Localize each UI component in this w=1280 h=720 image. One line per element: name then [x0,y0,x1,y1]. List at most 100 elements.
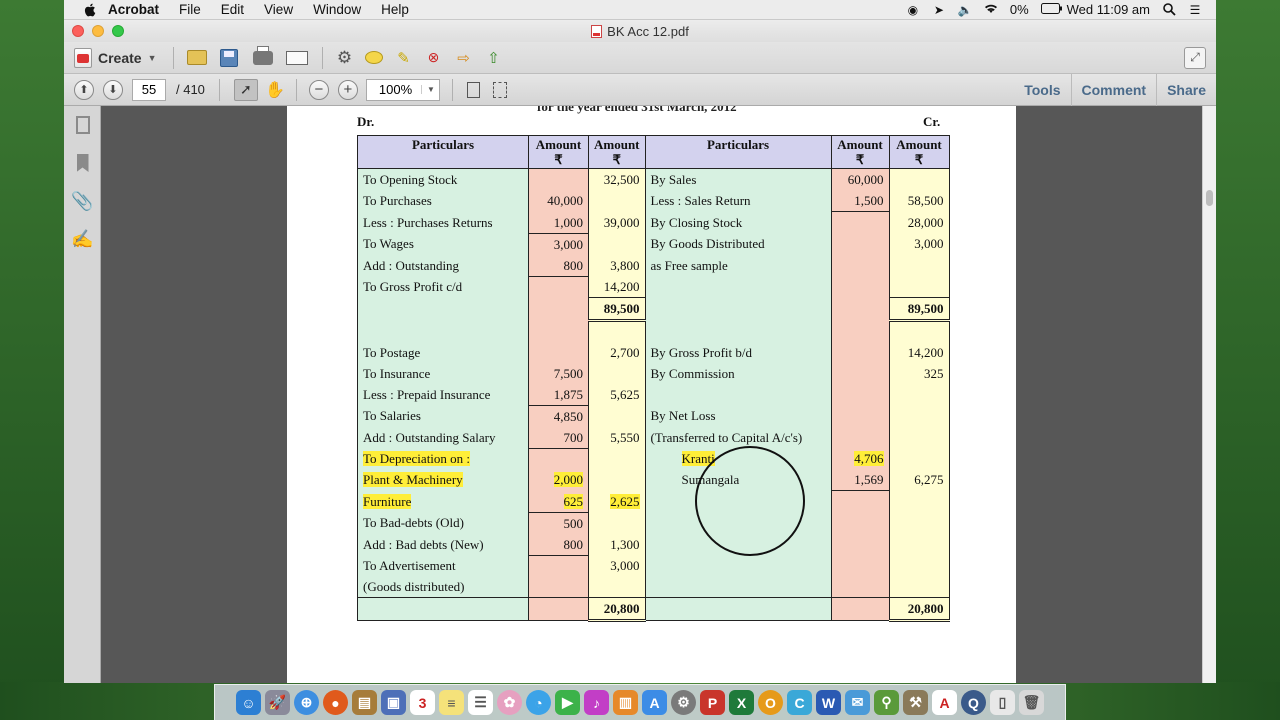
wifi-icon[interactable] [984,3,998,17]
volume-icon[interactable]: 🔈 [958,3,973,17]
document-viewport[interactable]: for the year ended 31st March, 2012 Dr. … [101,106,1202,683]
spacer-row [357,320,950,342]
notification-center-icon[interactable]: ☰ [1188,3,1202,17]
zoom-select[interactable]: 100% ▼ [365,78,440,101]
notes-icon[interactable]: ≡ [439,690,464,715]
page-thumbnails-icon [75,116,90,134]
apple-menu-icon[interactable] [84,3,98,17]
fit-page-button[interactable] [461,79,487,101]
page-thumbnails-button[interactable] [64,106,101,144]
circle-annotation[interactable] [695,446,805,556]
cr-particular [644,576,832,598]
highlight-button[interactable]: ✎ [389,47,419,69]
comment-link[interactable]: Comment [1070,73,1157,106]
dr-amount [528,555,589,576]
system-preferences-icon[interactable]: ⚙ [671,690,696,715]
select-tool-button[interactable]: ➚ [233,78,258,101]
export-button[interactable]: ⇨ [449,47,479,69]
signature-pen-icon: ✍ [71,228,94,249]
dr-particular: (Goods distributed) [357,576,529,598]
contacts-icon[interactable]: ▤ [352,690,377,715]
preview-icon[interactable]: ▣ [381,690,406,715]
fullscreen-button[interactable]: ⤢ [1184,46,1206,69]
cr-total: 325 [888,362,950,384]
battery-icon[interactable] [1040,2,1062,17]
minimize-window-button[interactable] [92,25,104,37]
photos-icon[interactable]: ✿ [497,690,522,715]
menu-view[interactable]: View [264,2,293,17]
documents-icon[interactable]: ▯ [990,690,1015,715]
menu-help[interactable]: Help [381,2,409,17]
print-button[interactable] [246,45,280,69]
email-button[interactable] [280,47,314,69]
create-button[interactable]: Create ▼ [74,47,157,69]
signatures-button[interactable]: ✍ [64,220,101,258]
hand-tool-button[interactable]: ✋ [262,79,288,101]
open-file-button[interactable] [182,47,212,69]
dr-total: 3,800 [588,254,646,276]
zoom-window-button[interactable] [112,25,124,37]
dr-amount: 1,000 [528,211,589,234]
skype-icon[interactable]: C [787,690,812,715]
close-window-button[interactable] [72,25,84,37]
menu-acrobat[interactable]: Acrobat [108,2,159,17]
launchpad-icon[interactable]: 🚀 [265,690,290,715]
clock[interactable]: Wed 11:09 am [1067,2,1150,17]
menu-window[interactable]: Window [313,2,361,17]
comment-bubble-button[interactable] [359,47,389,69]
cr-particular: By Goods Distributed [644,233,832,255]
previous-page-button[interactable]: ⬆ [74,79,94,100]
fit-width-button[interactable] [487,79,513,101]
ibooks-icon[interactable]: ▥ [613,690,638,715]
page-number-input[interactable]: 55 [132,78,166,101]
zoom-in-button[interactable]: + [337,79,358,100]
dr-total: 1,300 [588,533,646,555]
messages-icon[interactable]: ◔ [526,690,551,715]
record-icon[interactable]: ◉ [906,3,920,17]
bookmarks-button[interactable] [64,144,101,182]
menu-file[interactable]: File [179,2,201,17]
zoom-out-button[interactable]: − [308,79,329,100]
toolbar-separator [218,78,220,101]
facetime-icon[interactable]: ▶ [555,690,580,715]
speech-bubble-icon [364,51,383,64]
excel-icon[interactable]: X [729,690,754,715]
table-row: To Advertisement 3,000 [357,555,950,576]
network-icon[interactable]: ⚲ [874,690,899,715]
empty-cell [528,297,589,321]
send-button[interactable]: ⇧ [479,47,509,69]
menu-edit[interactable]: Edit [221,2,244,17]
powerpoint-icon[interactable]: P [700,690,725,715]
finder-icon[interactable]: ☺ [236,690,261,715]
dr-amount-header-1: Amount ₹ [528,135,589,169]
location-icon[interactable]: ➤ [932,3,946,17]
zoom-value: 100% [378,82,413,97]
quicktime-icon[interactable]: Q [961,690,986,715]
utility-icon[interactable]: ⚒ [903,690,928,715]
music-icon[interactable]: ♪ [584,690,609,715]
vertical-scrollbar[interactable] [1202,106,1216,683]
reminders-icon[interactable]: ☰ [468,690,493,715]
dr-amount: 4,850 [528,405,589,427]
outlook-icon[interactable]: O [758,690,783,715]
calendar-icon[interactable]: 3 [410,690,435,715]
firefox-icon[interactable]: ● [323,690,348,715]
tools-link[interactable]: Tools [1014,74,1070,106]
acrobat-icon[interactable]: A [932,690,957,715]
save-button[interactable] [212,47,246,69]
scrollbar-thumb[interactable] [1206,190,1213,206]
messenger-icon[interactable]: ✉ [845,690,870,715]
dr-particular: Less : Prepaid Insurance [357,383,529,405]
next-page-button[interactable]: ⬇ [103,79,123,100]
word-icon[interactable]: W [816,690,841,715]
delete-page-button[interactable]: ⊗ [419,47,449,69]
safari-icon[interactable]: ⊕ [294,690,319,715]
app-store-icon[interactable]: A [642,690,667,715]
attachments-button[interactable]: 📎 [64,182,101,220]
trash-icon[interactable]: 🗑 [1019,690,1044,715]
settings-button[interactable]: ⚙ [331,47,359,69]
dr-amount: 40,000 [528,190,589,212]
spotlight-search-icon[interactable] [1162,2,1176,17]
share-link[interactable]: Share [1156,73,1216,106]
dock: ☺ 🚀 ⊕ ● ▤ ▣ 3 ≡ ☰ ✿ ◔ ▶ ♪ ▥ A ⚙ P X O C … [214,684,1066,720]
